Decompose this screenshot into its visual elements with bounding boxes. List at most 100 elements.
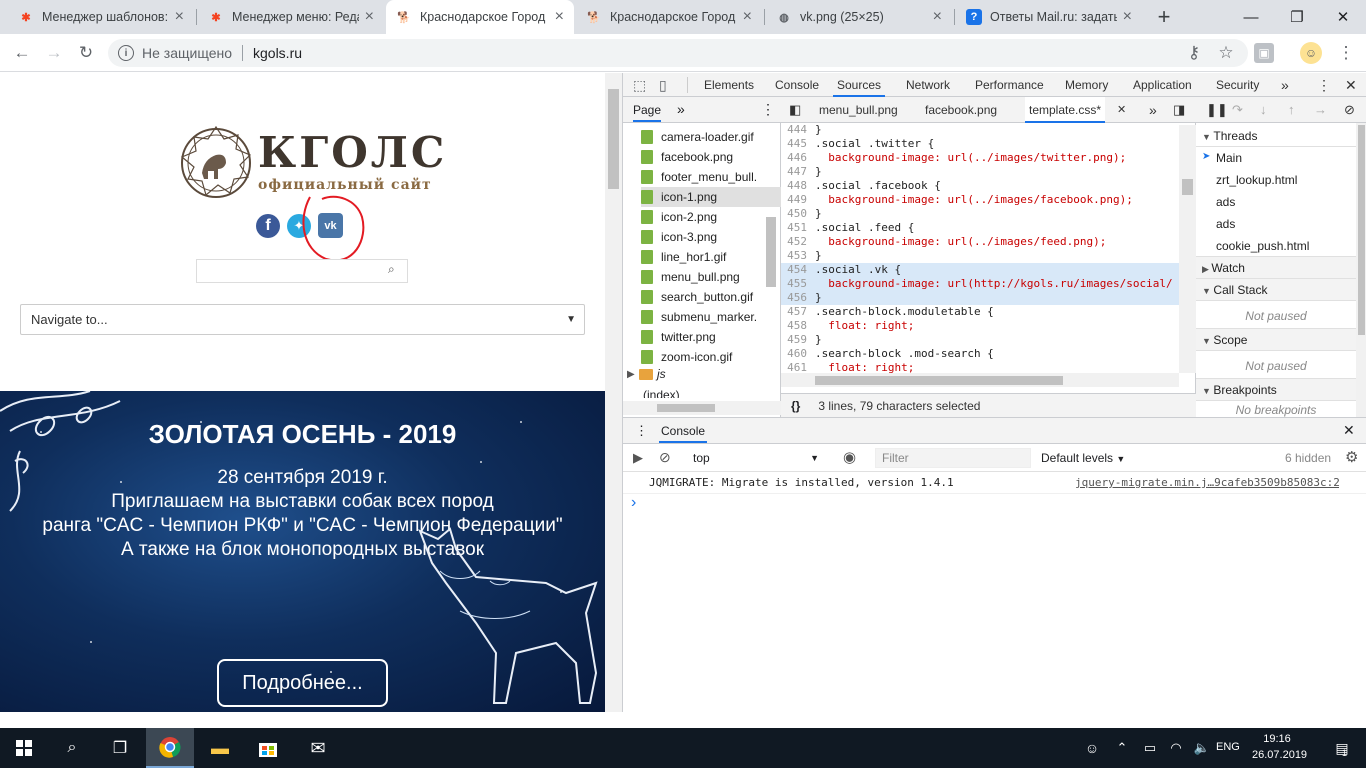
line-number[interactable]: 458 (781, 319, 815, 333)
page-scrollbar[interactable] (605, 73, 622, 712)
code-line[interactable]: 452 background-image: url(../images/feed… (781, 235, 1179, 249)
minimize-button[interactable]: — (1228, 0, 1274, 34)
windows-start-icon[interactable] (0, 728, 48, 768)
line-number[interactable]: 455 (781, 277, 815, 291)
code-line[interactable]: 453} (781, 249, 1179, 263)
line-number[interactable]: 444 (781, 125, 815, 137)
code-line[interactable]: 458 float: right; (781, 319, 1179, 333)
devtools-close-icon[interactable]: ✕ (1345, 73, 1357, 97)
code-line[interactable]: 460 .search-block .mod-search { (781, 347, 1179, 361)
bookmark-star-icon[interactable]: ☆ (1214, 41, 1238, 65)
devtools-menu-icon[interactable]: ⋮ (1317, 73, 1331, 97)
browser-tab[interactable]: ? Ответы Mail.ru: задать × (956, 0, 1142, 34)
browser-tab-active[interactable]: 🐕 Краснодарское Город × (386, 0, 574, 34)
new-tab-button[interactable]: + (1152, 4, 1176, 29)
eye-icon[interactable]: ◉ (843, 448, 856, 466)
devtools-tab-application[interactable]: Application (1133, 73, 1192, 97)
code-line[interactable]: 456} (781, 291, 1179, 305)
browser-tab[interactable]: ✱ Менеджер шаблонов: × (8, 0, 194, 34)
watch-header[interactable]: ▶ Watch (1196, 257, 1356, 279)
thread-item[interactable]: zrt_lookup.html (1196, 169, 1356, 191)
clock-time[interactable]: 19:16 (1252, 733, 1302, 745)
tray-chevron-icon[interactable]: ⌃ (1108, 728, 1136, 768)
toggle-navigator-icon[interactable]: ◧ (789, 97, 801, 123)
scrollbar-thumb[interactable] (608, 89, 619, 189)
browser-tab[interactable]: 🐕 Краснодарское Город × (576, 0, 762, 34)
forward-icon[interactable]: → (42, 41, 66, 65)
line-number[interactable]: 451 (781, 221, 815, 235)
close-drawer-icon[interactable]: ✕ (1343, 422, 1355, 439)
console-tab[interactable]: Console (659, 424, 708, 443)
more-tabs-icon[interactable]: » (1281, 73, 1289, 97)
scope-header[interactable]: ▼ Scope (1196, 329, 1356, 351)
code-area[interactable]: 444} 445 .social .twitter {446 background-… (781, 125, 1179, 387)
code-line[interactable]: 448 .social .facebook { (781, 179, 1179, 193)
browser-tab[interactable]: ◍ vk.png (25×25) × (766, 0, 952, 34)
search-icon[interactable]: ⌕ (388, 262, 395, 277)
index-item[interactable]: (index) (643, 388, 680, 398)
inspect-icon[interactable]: ⬚ (633, 73, 646, 97)
more-button[interactable]: Подробнее... (217, 659, 388, 707)
line-number[interactable]: 449 (781, 193, 815, 207)
line-number[interactable]: 460 (781, 347, 815, 361)
devtools-tab-sources[interactable]: Sources (833, 73, 886, 97)
deactivate-breakpoints-icon[interactable]: ⊘ (1344, 102, 1355, 118)
search-icon[interactable]: ⌕ (48, 728, 96, 768)
address-bar[interactable]: i Не защищено kgols.ru (108, 39, 1248, 67)
devtools-tab-performance[interactable]: Performance (975, 73, 1044, 97)
reload-icon[interactable]: ↻ (74, 41, 98, 65)
console-prompt[interactable]: › (631, 494, 636, 512)
editor-vscroll[interactable] (1179, 125, 1196, 373)
clear-console-icon[interactable]: ⊘ (659, 449, 671, 466)
code-line[interactable]: 451 .social .feed { (781, 221, 1179, 235)
step-icon[interactable]: → (1314, 102, 1327, 117)
devtools-tab-network[interactable]: Network (906, 73, 950, 97)
close-tab-icon[interactable]: × (555, 8, 564, 26)
threads-header[interactable]: ▼ Threads (1196, 125, 1356, 147)
code-line[interactable]: 446 background-image: url(../images/twit… (781, 151, 1179, 165)
code-line[interactable]: 449 background-image: url(../images/face… (781, 193, 1179, 207)
console-source-link[interactable]: jquery-migrate.min.j…9cafeb3509b85083c:2 (1075, 476, 1339, 489)
device-toggle-icon[interactable]: ▯ (659, 73, 667, 97)
devtools-tab-console[interactable]: Console (775, 73, 819, 97)
editor-tab[interactable]: facebook.png (925, 97, 997, 123)
line-number[interactable]: 453 (781, 249, 815, 263)
mail-icon[interactable]: ✉ (294, 728, 342, 768)
wifi-icon[interactable]: ◠ (1162, 728, 1190, 768)
code-line[interactable]: 459} (781, 333, 1179, 347)
console-settings-icon[interactable]: ⚙ (1345, 448, 1358, 466)
file-item[interactable]: line_hor1.gif (641, 247, 781, 267)
step-out-icon[interactable]: ↑ (1288, 102, 1295, 117)
file-item[interactable]: zoom-icon.gif (641, 347, 781, 367)
file-explorer-icon[interactable]: ▬ (196, 728, 244, 768)
facebook-icon[interactable]: f (256, 214, 280, 238)
volume-icon[interactable]: 🔈 (1188, 728, 1216, 768)
pause-icon[interactable]: ❚❚ (1206, 102, 1228, 118)
code-line[interactable]: 450} (781, 207, 1179, 221)
line-number[interactable]: 454 (781, 263, 815, 277)
clock-date[interactable]: 26.07.2019 (1252, 749, 1307, 761)
close-tab-icon[interactable]: × (933, 8, 942, 26)
task-view-icon[interactable]: ❐ (96, 728, 144, 768)
line-number[interactable]: 457 (781, 305, 815, 319)
thread-item[interactable]: ads (1196, 213, 1356, 235)
line-number[interactable]: 450 (781, 207, 815, 221)
code-line[interactable]: 444} (781, 125, 1179, 137)
line-number[interactable]: 448 (781, 179, 815, 193)
devtools-tab-memory[interactable]: Memory (1065, 73, 1108, 97)
close-tab-icon[interactable]: ✕ (1117, 97, 1126, 123)
step-over-icon[interactable]: ↷ (1232, 102, 1243, 118)
file-item[interactable]: twitter.png (641, 327, 781, 347)
breakpoints-header[interactable]: ▼ Breakpoints (1196, 379, 1356, 401)
close-tab-icon[interactable]: × (743, 8, 752, 26)
devtools-tab-elements[interactable]: Elements (704, 73, 754, 97)
call-stack-header[interactable]: ▼ Call Stack (1196, 279, 1356, 301)
file-item-selected[interactable]: icon-1.png (641, 187, 781, 207)
close-tab-icon[interactable]: × (365, 8, 374, 26)
file-item[interactable]: footer_menu_bull. (641, 167, 781, 187)
code-line[interactable]: 457 .search-block.moduletable { (781, 305, 1179, 319)
language-indicator[interactable]: ENG (1216, 741, 1240, 753)
console-filter-input[interactable]: Filter (875, 448, 1031, 468)
file-item[interactable]: camera-loader.gif (641, 127, 781, 147)
key-icon[interactable]: ⚷ (1182, 41, 1206, 65)
